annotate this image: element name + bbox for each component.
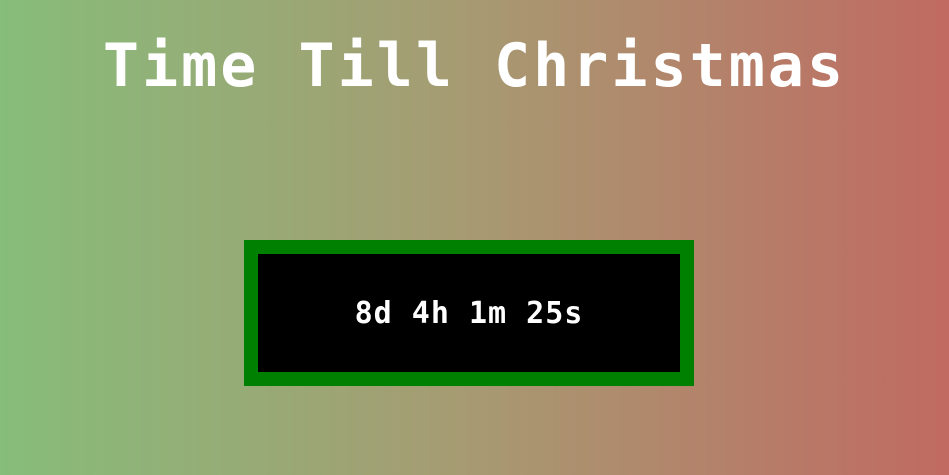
countdown-timer: 8d 4h 1m 25s — [354, 295, 584, 331]
page-title: Time Till Christmas — [102, 31, 847, 101]
countdown-box: 8d 4h 1m 25s — [244, 240, 694, 386]
